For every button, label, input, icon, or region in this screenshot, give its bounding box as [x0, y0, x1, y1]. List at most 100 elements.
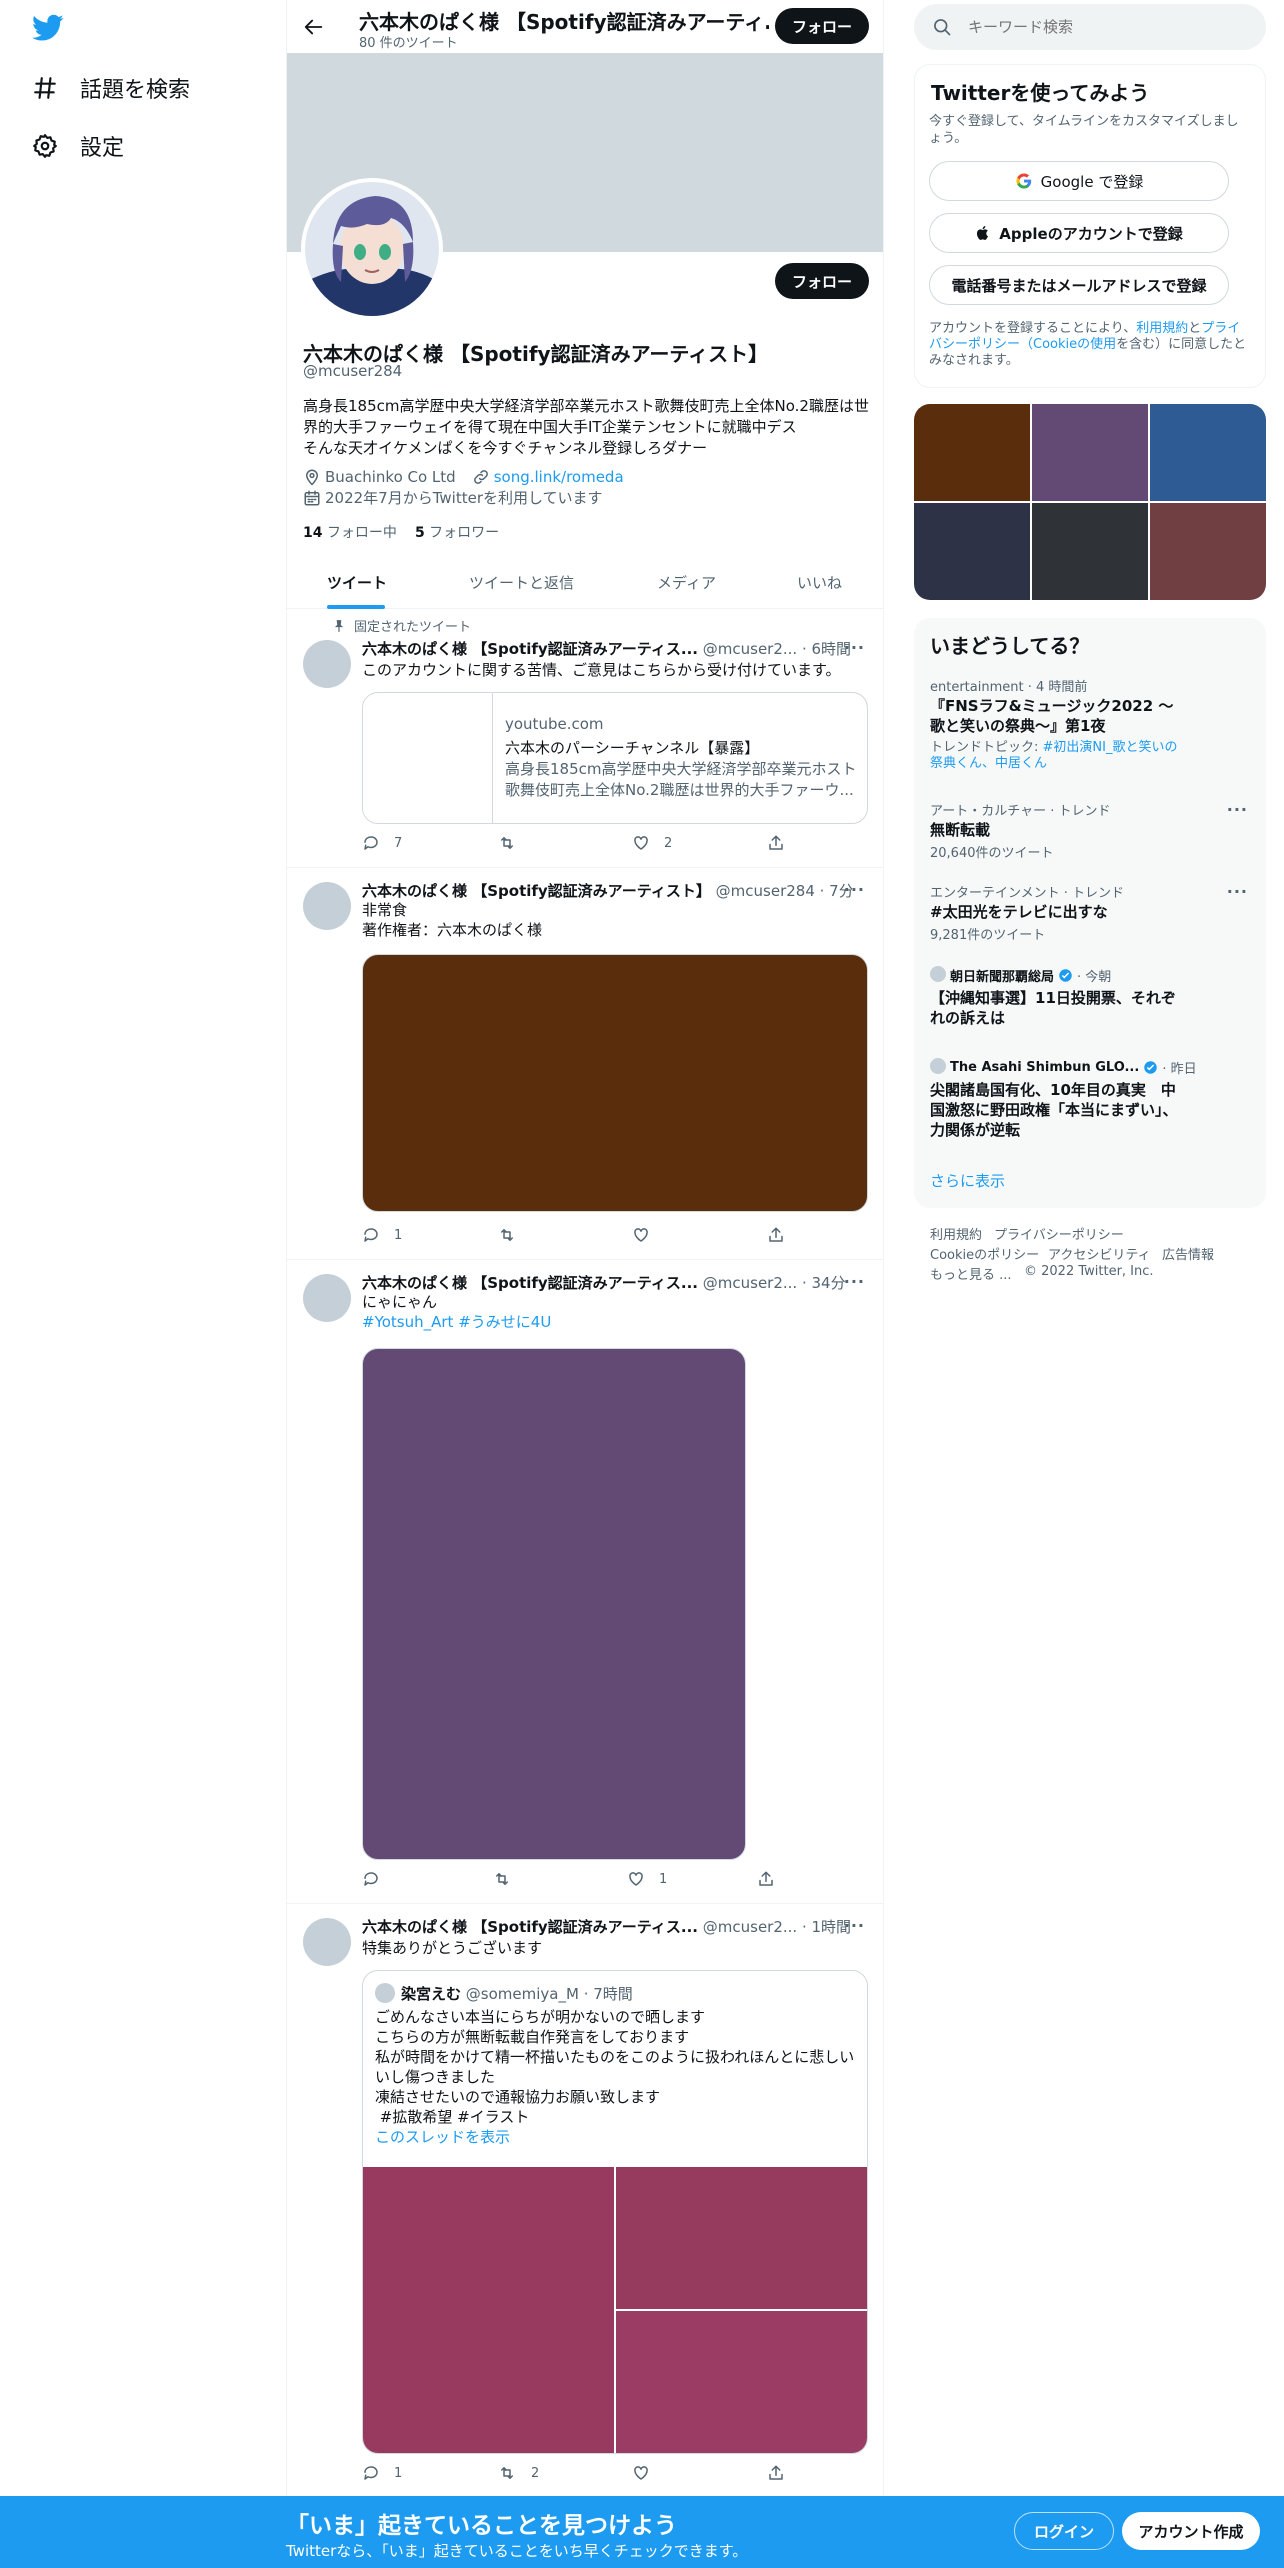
profile-url[interactable]: song.link/romeda — [494, 468, 624, 486]
following-link[interactable]: 14 フォロー中 — [303, 522, 397, 542]
media-thumb[interactable] — [1150, 404, 1266, 501]
login-button[interactable]: ログイン — [1014, 2512, 1114, 2550]
tweet-author[interactable]: 六本木のぱく様 【Spotify認証済みアーティス... — [362, 1274, 698, 1292]
news-item[interactable]: The Asahi Shimbun GLO... · 昨日 尖閣諸島国有化、10… — [914, 1058, 1266, 1148]
share-button[interactable] — [767, 1226, 785, 1244]
retweet-button[interactable] — [497, 1226, 525, 1244]
twitter-logo-icon[interactable] — [32, 14, 64, 42]
search-box[interactable] — [914, 4, 1266, 50]
like-button[interactable] — [632, 1226, 658, 1244]
footer-accessibility[interactable]: アクセシビリティ — [1048, 1244, 1151, 1263]
footer-ads[interactable]: 広告情報 — [1162, 1244, 1214, 1263]
source-avatar — [930, 1058, 946, 1074]
quote-image[interactable] — [363, 2167, 614, 2453]
header-follow-button[interactable]: フォロー — [775, 8, 869, 44]
signup-legal: アカウントを登録することにより、利用規約とプライバシーポリシー（Cookieの使… — [929, 321, 1251, 369]
signup-button[interactable]: アカウント作成 — [1122, 2512, 1260, 2550]
follow-stats: 14 フォロー中 5 フォロワー — [303, 522, 499, 542]
tweet-author[interactable]: 六本木のぱく様 【Spotify認証済みアーティス... — [362, 1918, 698, 1936]
quoted-tweet[interactable]: 染宮えむ @somemiya_M · 7時間 ごめんなさい本当にらちが明かないの… — [362, 1970, 868, 2454]
profile-follow-button[interactable]: フォロー — [775, 263, 869, 299]
cookie-link[interactable]: （Cookieの使用 — [1020, 337, 1116, 352]
tab-likes[interactable]: いいね — [797, 572, 842, 593]
tweet-text: 著作権者：六本木のぱく様 — [362, 921, 543, 939]
retweet-button[interactable]: 2 — [497, 2464, 539, 2482]
trend-item[interactable]: entertainment · 4 時間前 『FNSラフ&ミュージック2022 … — [914, 676, 1266, 786]
quote-image[interactable] — [616, 2167, 867, 2309]
trends-panel: いまどうしてる？ entertainment · 4 時間前 『FNSラフ&ミュ… — [914, 618, 1266, 1208]
terms-link[interactable]: 利用規約 — [1136, 321, 1188, 336]
nav-explore-label: 話題を検索 — [80, 78, 191, 103]
show-more-link[interactable]: さらに表示 — [930, 1170, 1005, 1191]
tweet-avatar[interactable] — [303, 1274, 351, 1322]
tweet-actions: 1 — [362, 1226, 792, 1250]
tweet-hashtags[interactable]: #Yotsuh_Art #うみせに4U — [362, 1312, 551, 1332]
reply-button[interactable]: 1 — [362, 1226, 402, 1244]
tweet-image[interactable] — [362, 1348, 746, 1860]
back-arrow-icon[interactable] — [303, 16, 325, 38]
bottom-subtitle: Twitterなら、「いま」起きていることをいち早くチェックできます。 — [286, 2542, 748, 2560]
tweet[interactable]: 六本木のぱく様 【Spotify認証済みアーティス... @mcuser2...… — [287, 1260, 883, 1904]
quote-hashtags[interactable]: #拡散希望 #イラスト — [375, 2107, 861, 2127]
nav-settings[interactable]: 設定 — [32, 130, 124, 162]
retweet-button[interactable] — [492, 1870, 520, 1888]
retweet-button[interactable] — [497, 834, 525, 852]
footer-privacy[interactable]: プライバシーポリシー — [994, 1224, 1124, 1243]
tweet-meta: @mcuser2... · 1時間 — [702, 1918, 852, 1936]
like-button[interactable]: 2 — [632, 834, 672, 852]
google-signup-button[interactable]: Google で登録 — [929, 161, 1229, 201]
tweet-author[interactable]: 六本木のぱく様 【Spotify認証済みアーティス... — [362, 640, 698, 658]
trend-item[interactable]: エンターテインメント · トレンド ··· #太田光をテレビに出すな 9,281… — [914, 882, 1266, 943]
more-icon[interactable]: ··· — [1227, 800, 1248, 819]
more-icon[interactable]: ··· — [844, 1272, 865, 1291]
media-thumb[interactable] — [914, 503, 1030, 600]
more-icon[interactable]: ··· — [844, 880, 865, 899]
tweet-text: にゃにゃん — [362, 1293, 438, 1311]
search-input[interactable] — [968, 14, 1248, 40]
tweet-author[interactable]: 六本木のぱく様 【Spotify認証済みアーティスト】 — [362, 882, 711, 900]
tweet-header: 六本木のぱく様 【Spotify認証済みアーティス... @mcuser2...… — [362, 1272, 852, 1293]
tweet[interactable]: 固定されたツイート 六本木のぱく様 【Spotify認証済みアーティス... @… — [287, 610, 883, 868]
nav-explore[interactable]: 話題を検索 — [32, 72, 190, 104]
tweet[interactable]: 六本木のぱく様 【Spotify認証済みアーティス... @mcuser2...… — [287, 1904, 883, 2496]
more-icon[interactable]: ··· — [844, 1916, 865, 1935]
news-item[interactable]: 朝日新聞那覇総局 · 今朝 【沖縄知事選】11日投開票、それぞれの訴えは — [914, 966, 1266, 1036]
profile-avatar[interactable] — [301, 178, 443, 320]
link-card[interactable]: youtube.com 六本木のパーシーチャンネル【暴露】 高身長185cm高学… — [362, 692, 868, 824]
footer-terms[interactable]: 利用規約 — [930, 1224, 982, 1243]
share-button[interactable] — [767, 2464, 785, 2482]
followers-link[interactable]: 5 フォロワー — [415, 522, 499, 542]
media-thumb[interactable] — [914, 404, 1030, 501]
more-icon[interactable]: ··· — [844, 638, 865, 657]
heart-icon — [632, 1226, 650, 1244]
tweet[interactable]: 六本木のぱく様 【Spotify認証済みアーティスト】 @mcuser284 ·… — [287, 868, 883, 1260]
tweet-avatar[interactable] — [303, 882, 351, 930]
tab-tweets[interactable]: ツイート — [327, 572, 387, 593]
reply-button[interactable]: 1 — [362, 2464, 402, 2482]
media-thumb[interactable] — [1032, 404, 1148, 501]
tweet-avatar[interactable] — [303, 1918, 351, 1966]
quote-image[interactable] — [616, 2311, 867, 2453]
footer-cookie[interactable]: Cookieのポリシー — [930, 1244, 1039, 1263]
quote-line: こちらの方が無断転載自作発言をしております — [375, 2028, 690, 2046]
phone-signup-button[interactable]: 電話番号またはメールアドレスで登録 — [929, 265, 1229, 305]
share-button[interactable] — [757, 1870, 775, 1888]
trends-title: いまどうしてる？ — [930, 634, 1090, 658]
media-thumb[interactable] — [1032, 503, 1148, 600]
tab-media[interactable]: メディア — [657, 572, 716, 593]
tweet-image[interactable] — [362, 954, 868, 1212]
share-icon — [757, 1870, 775, 1888]
reply-button[interactable]: 7 — [362, 834, 402, 852]
tweet-avatar[interactable] — [303, 640, 351, 688]
more-icon[interactable]: ··· — [1227, 882, 1248, 901]
share-button[interactable] — [767, 834, 785, 852]
apple-signup-button[interactable]: Appleのアカウントで登録 — [929, 213, 1229, 253]
footer-more[interactable]: もっと見る ... — [930, 1264, 1012, 1283]
media-thumb[interactable] — [1150, 503, 1266, 600]
reply-button[interactable] — [362, 1870, 388, 1888]
tab-tweets-replies[interactable]: ツイートと返信 — [469, 572, 574, 593]
like-button[interactable] — [632, 2464, 658, 2482]
like-button[interactable]: 1 — [627, 1870, 667, 1888]
trend-item[interactable]: アート・カルチャー · トレンド ··· 無断転載 20,640件のツイート — [914, 800, 1266, 861]
show-thread-link[interactable]: このスレッドを表示 — [375, 2127, 861, 2147]
